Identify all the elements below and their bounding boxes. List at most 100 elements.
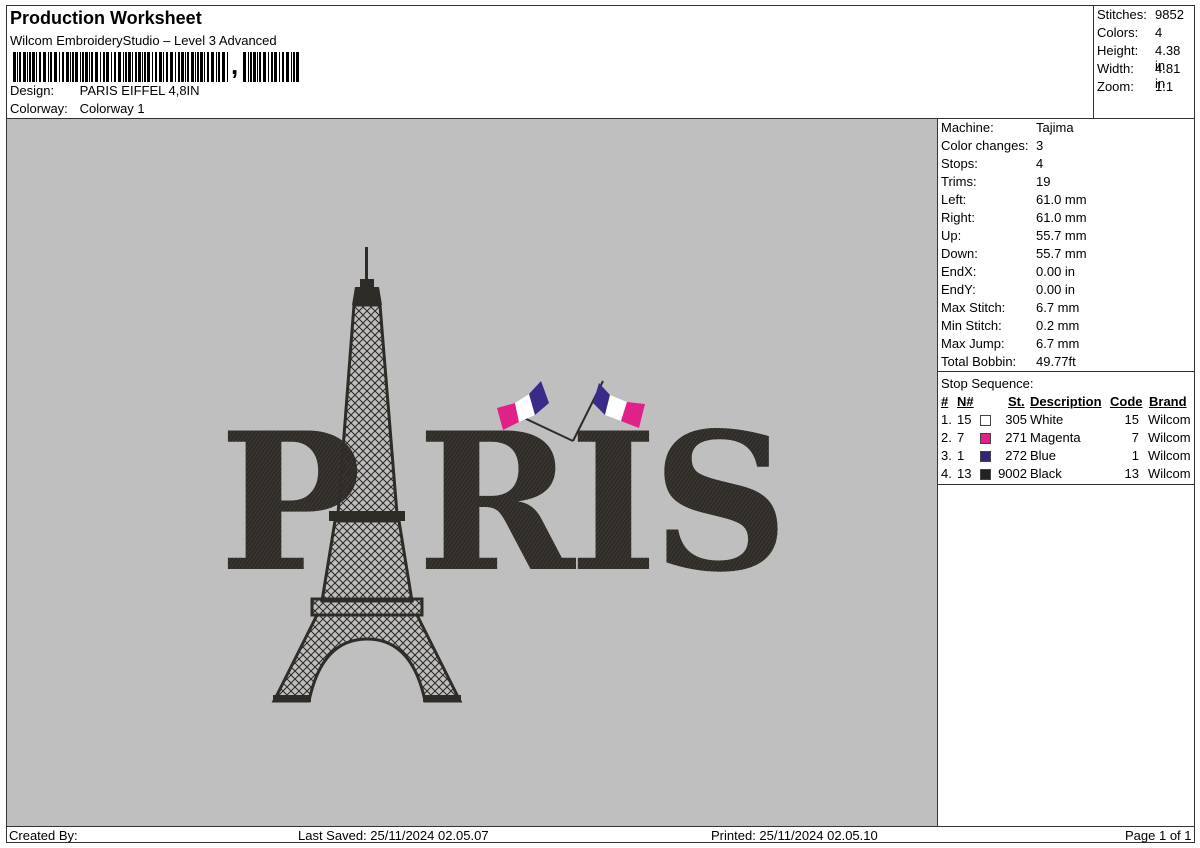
row-description: Magenta [1030, 430, 1081, 445]
row-num: 4. [941, 466, 952, 481]
stat-width: Width: 4.81 in [1097, 61, 1193, 91]
page-number: Page 1 of 1 [1125, 828, 1192, 843]
machine-row: Up: 55.7 mm [941, 228, 1087, 246]
stat-label: Colors: [1097, 25, 1139, 40]
col-n: N# [957, 394, 974, 409]
machine-value: 3 [1036, 138, 1044, 153]
col-description: Description [1030, 394, 1102, 409]
machine-value: 19 [1036, 174, 1051, 189]
worksheet-footer: Created By: Last Saved: 25/11/2024 02.05… [7, 826, 1195, 843]
machine-value: 0.00 in [1036, 282, 1076, 297]
machine-row: EndY: 0.00 in [941, 282, 1075, 300]
machine-row: EndX: 0.00 in [941, 264, 1075, 282]
embroidery-design: P RIS [219, 247, 789, 703]
machine-row: Total Bobbin: 49.77ft [941, 354, 1076, 372]
machine-value: 6.7 mm [1036, 300, 1080, 315]
row-stitch-code: 272 [1005, 448, 1027, 463]
machine-row: Min Stitch: 0.2 mm [941, 318, 1079, 336]
stat-height: Height: 4.38 in [1097, 43, 1193, 73]
colorway-value: Colorway 1 [79, 101, 145, 116]
row-num: 3. [941, 448, 952, 463]
machine-value: 0.00 in [1036, 264, 1076, 279]
machine-value: 4 [1036, 156, 1044, 171]
worksheet-header: Production Worksheet Wilcom EmbroiderySt… [7, 6, 1094, 119]
machine-value: 55.7 mm [1036, 228, 1087, 243]
machine-label: EndX: [941, 264, 977, 279]
colorway-row: Colorway: Colorway 1 [10, 101, 145, 116]
stat-colors: Colors: 4 [1097, 25, 1193, 40]
machine-label: Left: [941, 192, 967, 207]
panel-divider [938, 484, 1195, 485]
worksheet-frame: Production Worksheet Wilcom EmbroiderySt… [6, 5, 1195, 843]
design-value: PARIS EIFFEL 4,8IN [79, 83, 200, 98]
stop-sequence-row: 4. 13 9002 Black 13 Wilcom [938, 466, 1195, 484]
design-stats: Stitches: 9852 Colors: 4 Height: 4.38 in Wi… [1094, 6, 1195, 119]
stat-value: 9852 [1155, 7, 1184, 22]
letters-ris: RIS [417, 391, 783, 614]
last-saved: Last Saved: 25/11/2024 02.05.07 [298, 828, 489, 843]
col-st: St. [1008, 394, 1025, 409]
paris-letters: P RIS [219, 391, 789, 614]
row-needle: 1 [957, 448, 965, 463]
stat-label: Width: [1097, 61, 1134, 76]
stat-value: 4 [1155, 25, 1163, 40]
page-title: Production Worksheet [10, 8, 202, 28]
machine-value: 61.0 mm [1036, 210, 1087, 225]
machine-row: Down: 55.7 mm [941, 246, 1087, 264]
machine-label: Color changes: [941, 138, 1029, 153]
machine-label: Up: [941, 228, 962, 243]
machine-label: Down: [941, 246, 978, 261]
stop-sequence-title: Stop Sequence: [941, 376, 1034, 391]
barcode [13, 52, 299, 82]
row-num: 2. [941, 430, 952, 445]
machine-value: 49.77ft [1036, 354, 1076, 369]
machine-label: Stops: [941, 156, 978, 171]
thread-color-swatch [980, 451, 991, 462]
stop-sequence-row: 2. 7 271 Magenta 7 Wilcom [938, 430, 1195, 448]
stat-label: Zoom: [1097, 79, 1134, 94]
machine-label: Max Stitch: [941, 300, 1006, 315]
col-num: # [941, 394, 949, 409]
row-code: 15 [1124, 412, 1139, 427]
row-needle: 15 [957, 412, 972, 427]
row-description: White [1030, 412, 1064, 427]
stop-sequence-row: 3. 1 272 Blue 1 Wilcom [938, 448, 1195, 466]
machine-label: Min Stitch: [941, 318, 1002, 333]
machine-row: Stops: 4 [941, 156, 1043, 174]
design-row: Design: PARIS EIFFEL 4,8IN [10, 83, 200, 98]
machine-label: Machine: [941, 120, 994, 135]
machine-label: Right: [941, 210, 975, 225]
thread-color-swatch [980, 415, 991, 426]
printed-date: Printed: 25/11/2024 02.05.10 [711, 828, 878, 843]
machine-row: Max Jump: 6.7 mm [941, 336, 1079, 354]
design-preview: P RIS [7, 119, 938, 826]
row-stitch-code: 305 [1005, 412, 1027, 427]
barcode-text: , [229, 50, 241, 80]
machine-label: EndY: [941, 282, 976, 297]
machine-value: 61.0 mm [1036, 192, 1087, 207]
colorway-label: Colorway: [10, 101, 68, 116]
machine-label: Max Jump: [941, 336, 1005, 351]
row-brand: Wilcom [1148, 430, 1191, 445]
col-code: Code [1110, 394, 1143, 409]
row-code: 1 [1131, 448, 1139, 463]
row-code: 13 [1124, 466, 1139, 481]
machine-row: Max Stitch: 6.7 mm [941, 300, 1079, 318]
row-brand: Wilcom [1148, 448, 1191, 463]
row-stitch-code: 9002 [998, 466, 1027, 481]
row-brand: Wilcom [1148, 466, 1191, 481]
machine-panel: Stop Sequence: # N# St. Description Code… [938, 119, 1195, 826]
stat-label: Stitches: [1097, 7, 1147, 22]
row-brand: Wilcom [1148, 412, 1191, 427]
machine-row: Machine: Tajima [941, 120, 1074, 138]
row-description: Black [1030, 466, 1062, 481]
machine-value: 55.7 mm [1036, 246, 1087, 261]
row-needle: 13 [957, 466, 972, 481]
design-label: Design: [10, 83, 55, 98]
stop-sequence-header: # N# St. Description Code Brand [938, 394, 1195, 412]
row-num: 1. [941, 412, 952, 427]
machine-value: Tajima [1036, 120, 1074, 135]
machine-value: 0.2 mm [1036, 318, 1080, 333]
stop-sequence-row: 1. 15 305 White 15 Wilcom [938, 412, 1195, 430]
thread-color-swatch [980, 433, 991, 444]
